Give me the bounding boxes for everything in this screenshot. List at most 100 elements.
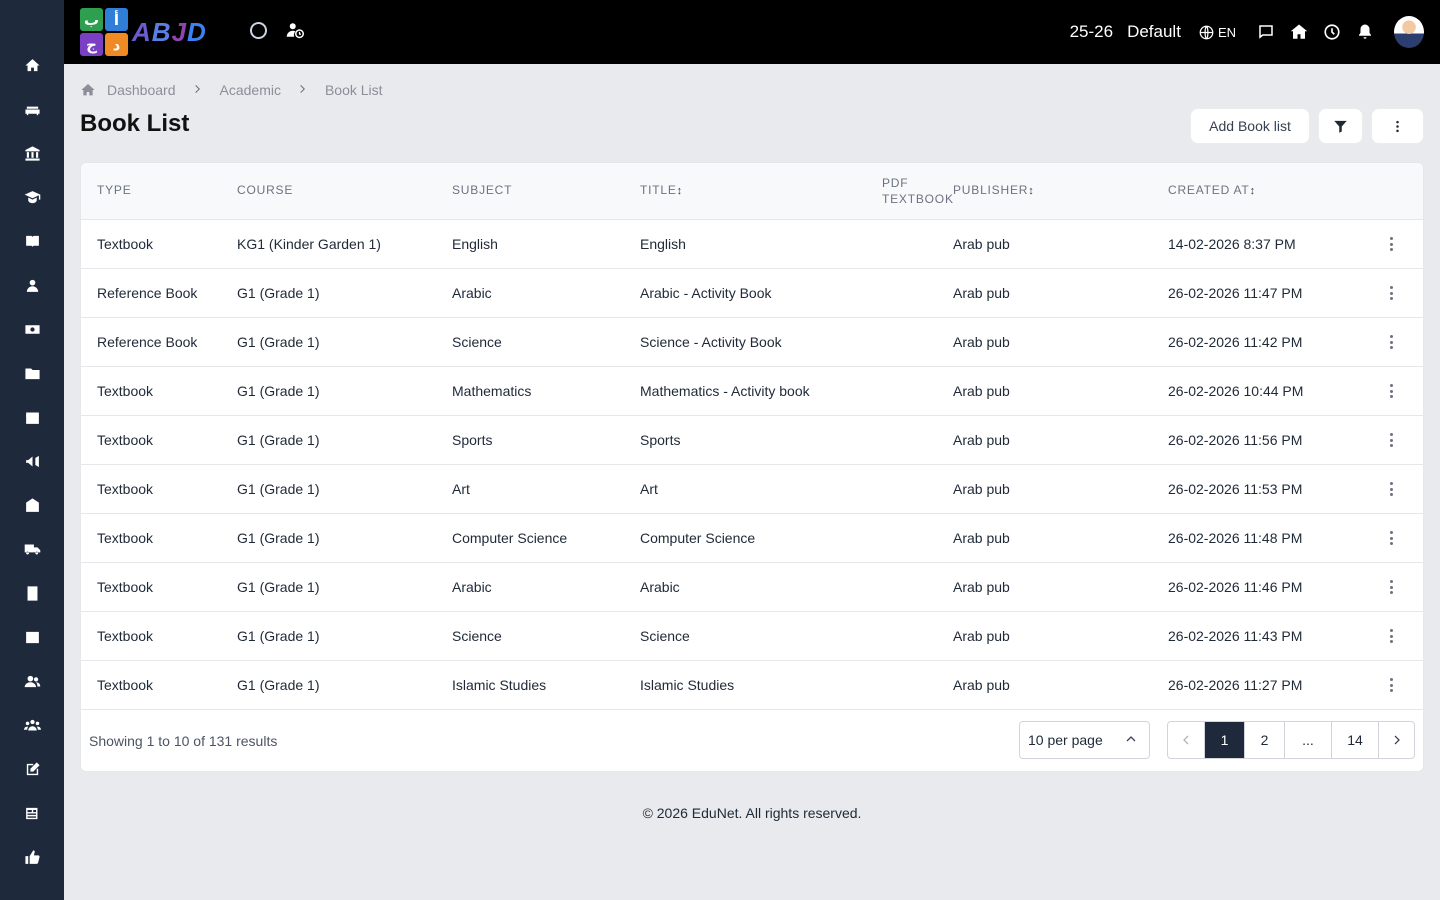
row-actions-icon[interactable] xyxy=(1387,381,1395,401)
sort-icon[interactable]: ↕ xyxy=(677,185,683,197)
sidebar-item-edit[interactable] xyxy=(16,753,48,785)
table-row[interactable]: Textbook G1 (Grade 1) Sports Sports Arab pub… xyxy=(81,416,1423,465)
table-row[interactable]: Textbook G1 (Grade 1) Arabic Arabic Arab pub… xyxy=(81,563,1423,612)
abjd-logo[interactable]: ب أ ج د ABJD xyxy=(80,8,230,56)
user-avatar[interactable] xyxy=(1394,16,1424,48)
chevron-left-icon xyxy=(1183,735,1189,745)
row-actions-icon[interactable] xyxy=(1387,234,1395,254)
school-home-icon[interactable] xyxy=(1289,22,1309,42)
page-button-2[interactable]: 2 xyxy=(1244,722,1284,758)
col-publisher[interactable]: PUBLISHER↕ xyxy=(953,183,1035,197)
cell-created-at: 26-02-2026 10:44 PM xyxy=(1168,383,1304,399)
chat-icon[interactable] xyxy=(1256,22,1276,42)
cell-course: G1 (Grade 1) xyxy=(237,481,320,497)
row-actions-icon[interactable] xyxy=(1387,283,1395,303)
row-actions-icon[interactable] xyxy=(1387,577,1395,597)
breadcrumb-dashboard[interactable]: Dashboard xyxy=(107,82,176,98)
sidebar-item-sofa[interactable] xyxy=(16,93,48,125)
breadcrumb-academic[interactable]: Academic xyxy=(220,82,281,98)
edit-icon xyxy=(26,761,40,775)
cell-created-at: 26-02-2026 11:27 PM xyxy=(1168,677,1303,693)
results-summary: Showing 1 to 10 of 131 results xyxy=(89,733,278,749)
clock-icon[interactable] xyxy=(1322,22,1342,42)
logo-glyph: ج xyxy=(80,33,103,56)
breadcrumb: Dashboard Academic Book List xyxy=(80,80,383,100)
cell-subject: Science xyxy=(452,334,502,350)
cell-title: Art xyxy=(640,481,658,497)
chevron-up-icon xyxy=(1126,736,1136,742)
table-row[interactable]: Textbook G1 (Grade 1) Science Science Arab p… xyxy=(81,612,1423,661)
sidebar-item-folder[interactable] xyxy=(16,357,48,389)
table-row[interactable]: Textbook G1 (Grade 1) Mathematics Mathemati… xyxy=(81,367,1423,416)
sidebar-item-user[interactable] xyxy=(16,269,48,301)
cell-type: Textbook xyxy=(97,432,154,448)
sort-icon[interactable]: ↕ xyxy=(1028,185,1034,197)
language-switcher[interactable]: EN xyxy=(1199,25,1236,40)
sidebar-item-graduate[interactable] xyxy=(16,181,48,213)
filter-icon xyxy=(1334,120,1347,133)
prev-page-button[interactable] xyxy=(1168,722,1204,758)
page-ellipsis: ... xyxy=(1284,722,1331,758)
next-page-button[interactable] xyxy=(1378,722,1414,758)
thumbs-up-icon xyxy=(24,849,40,864)
institution-icon xyxy=(24,145,40,161)
page-button-1[interactable]: 1 xyxy=(1204,722,1244,758)
academic-year[interactable]: 25-26 xyxy=(1070,22,1113,42)
col-title[interactable]: TITLE↕ xyxy=(640,183,683,197)
sidebar-item-book[interactable] xyxy=(16,225,48,257)
cell-course: G1 (Grade 1) xyxy=(237,628,320,644)
cell-type: Textbook xyxy=(97,677,154,693)
cell-publisher: Arab pub xyxy=(953,383,1010,399)
logo-glyph: د xyxy=(105,33,128,56)
table-row[interactable]: Textbook G1 (Grade 1) Art Art Arab pub 26-02-… xyxy=(81,465,1423,514)
col-course: COURSE xyxy=(237,183,294,197)
col-created-at[interactable]: CREATED AT↕ xyxy=(1168,183,1256,197)
sidebar-item-truck[interactable] xyxy=(16,533,48,565)
row-actions-icon[interactable] xyxy=(1387,675,1395,695)
sidebar-item-users[interactable] xyxy=(16,665,48,697)
per-page-select[interactable]: 10 per page xyxy=(1019,721,1150,759)
row-actions-icon[interactable] xyxy=(1387,430,1395,450)
logo-mark: ب أ ج د xyxy=(80,8,128,56)
scheme-selector[interactable]: Default xyxy=(1127,22,1181,42)
sidebar-item-group[interactable] xyxy=(16,709,48,741)
table-row[interactable]: Textbook KG1 (Kinder Garden 1) English Engl… xyxy=(81,220,1423,269)
table-row[interactable]: Reference Book G1 (Grade 1) Science Science… xyxy=(81,318,1423,367)
sidebar-item-school[interactable] xyxy=(16,489,48,521)
sidebar-item-notebook[interactable] xyxy=(16,577,48,609)
row-actions-icon[interactable] xyxy=(1387,332,1395,352)
row-actions-icon[interactable] xyxy=(1387,479,1395,499)
add-book-list-button[interactable]: Add Book list xyxy=(1190,108,1310,144)
row-actions-icon[interactable] xyxy=(1387,626,1395,646)
user-clock-icon[interactable] xyxy=(285,20,305,40)
sort-icon[interactable]: ↕ xyxy=(1250,185,1256,197)
folder-icon xyxy=(24,368,40,379)
page-button-14[interactable]: 14 xyxy=(1331,722,1378,758)
table-row[interactable]: Reference Book G1 (Grade 1) Arabic Arabic -… xyxy=(81,269,1423,318)
sidebar-item-megaphone[interactable] xyxy=(16,445,48,477)
logo-glyph: ب xyxy=(80,8,103,31)
home-icon xyxy=(24,58,40,71)
bell-icon[interactable] xyxy=(1355,22,1375,42)
cell-created-at: 14-02-2026 8:37 PM xyxy=(1168,236,1296,252)
cell-title: Computer Science xyxy=(640,530,756,546)
row-actions-icon[interactable] xyxy=(1387,528,1395,548)
cell-subject: Sports xyxy=(452,432,493,448)
cell-type: Textbook xyxy=(97,579,154,595)
status-circle-icon[interactable] xyxy=(250,21,267,39)
sidebar-item-image[interactable] xyxy=(16,621,48,653)
table-row[interactable]: Textbook G1 (Grade 1) Computer Science Comp… xyxy=(81,514,1423,563)
sidebar-item-home[interactable] xyxy=(16,49,48,81)
sidebar-item-thumbs-up[interactable] xyxy=(16,841,48,873)
sidebar-item-institution[interactable] xyxy=(16,137,48,169)
cell-type: Reference Book xyxy=(97,285,198,301)
sidebar-item-calendar[interactable] xyxy=(16,401,48,433)
cell-course: G1 (Grade 1) xyxy=(237,579,320,595)
cell-title: English xyxy=(640,236,686,252)
table-row[interactable]: Textbook G1 (Grade 1) Islamic Studies Islam… xyxy=(81,661,1423,710)
sidebar-item-money[interactable] xyxy=(16,313,48,345)
col-subject: SUBJECT xyxy=(452,183,513,197)
money-icon xyxy=(24,324,40,334)
more-options-button[interactable] xyxy=(1371,108,1424,144)
filter-button[interactable] xyxy=(1318,108,1363,144)
